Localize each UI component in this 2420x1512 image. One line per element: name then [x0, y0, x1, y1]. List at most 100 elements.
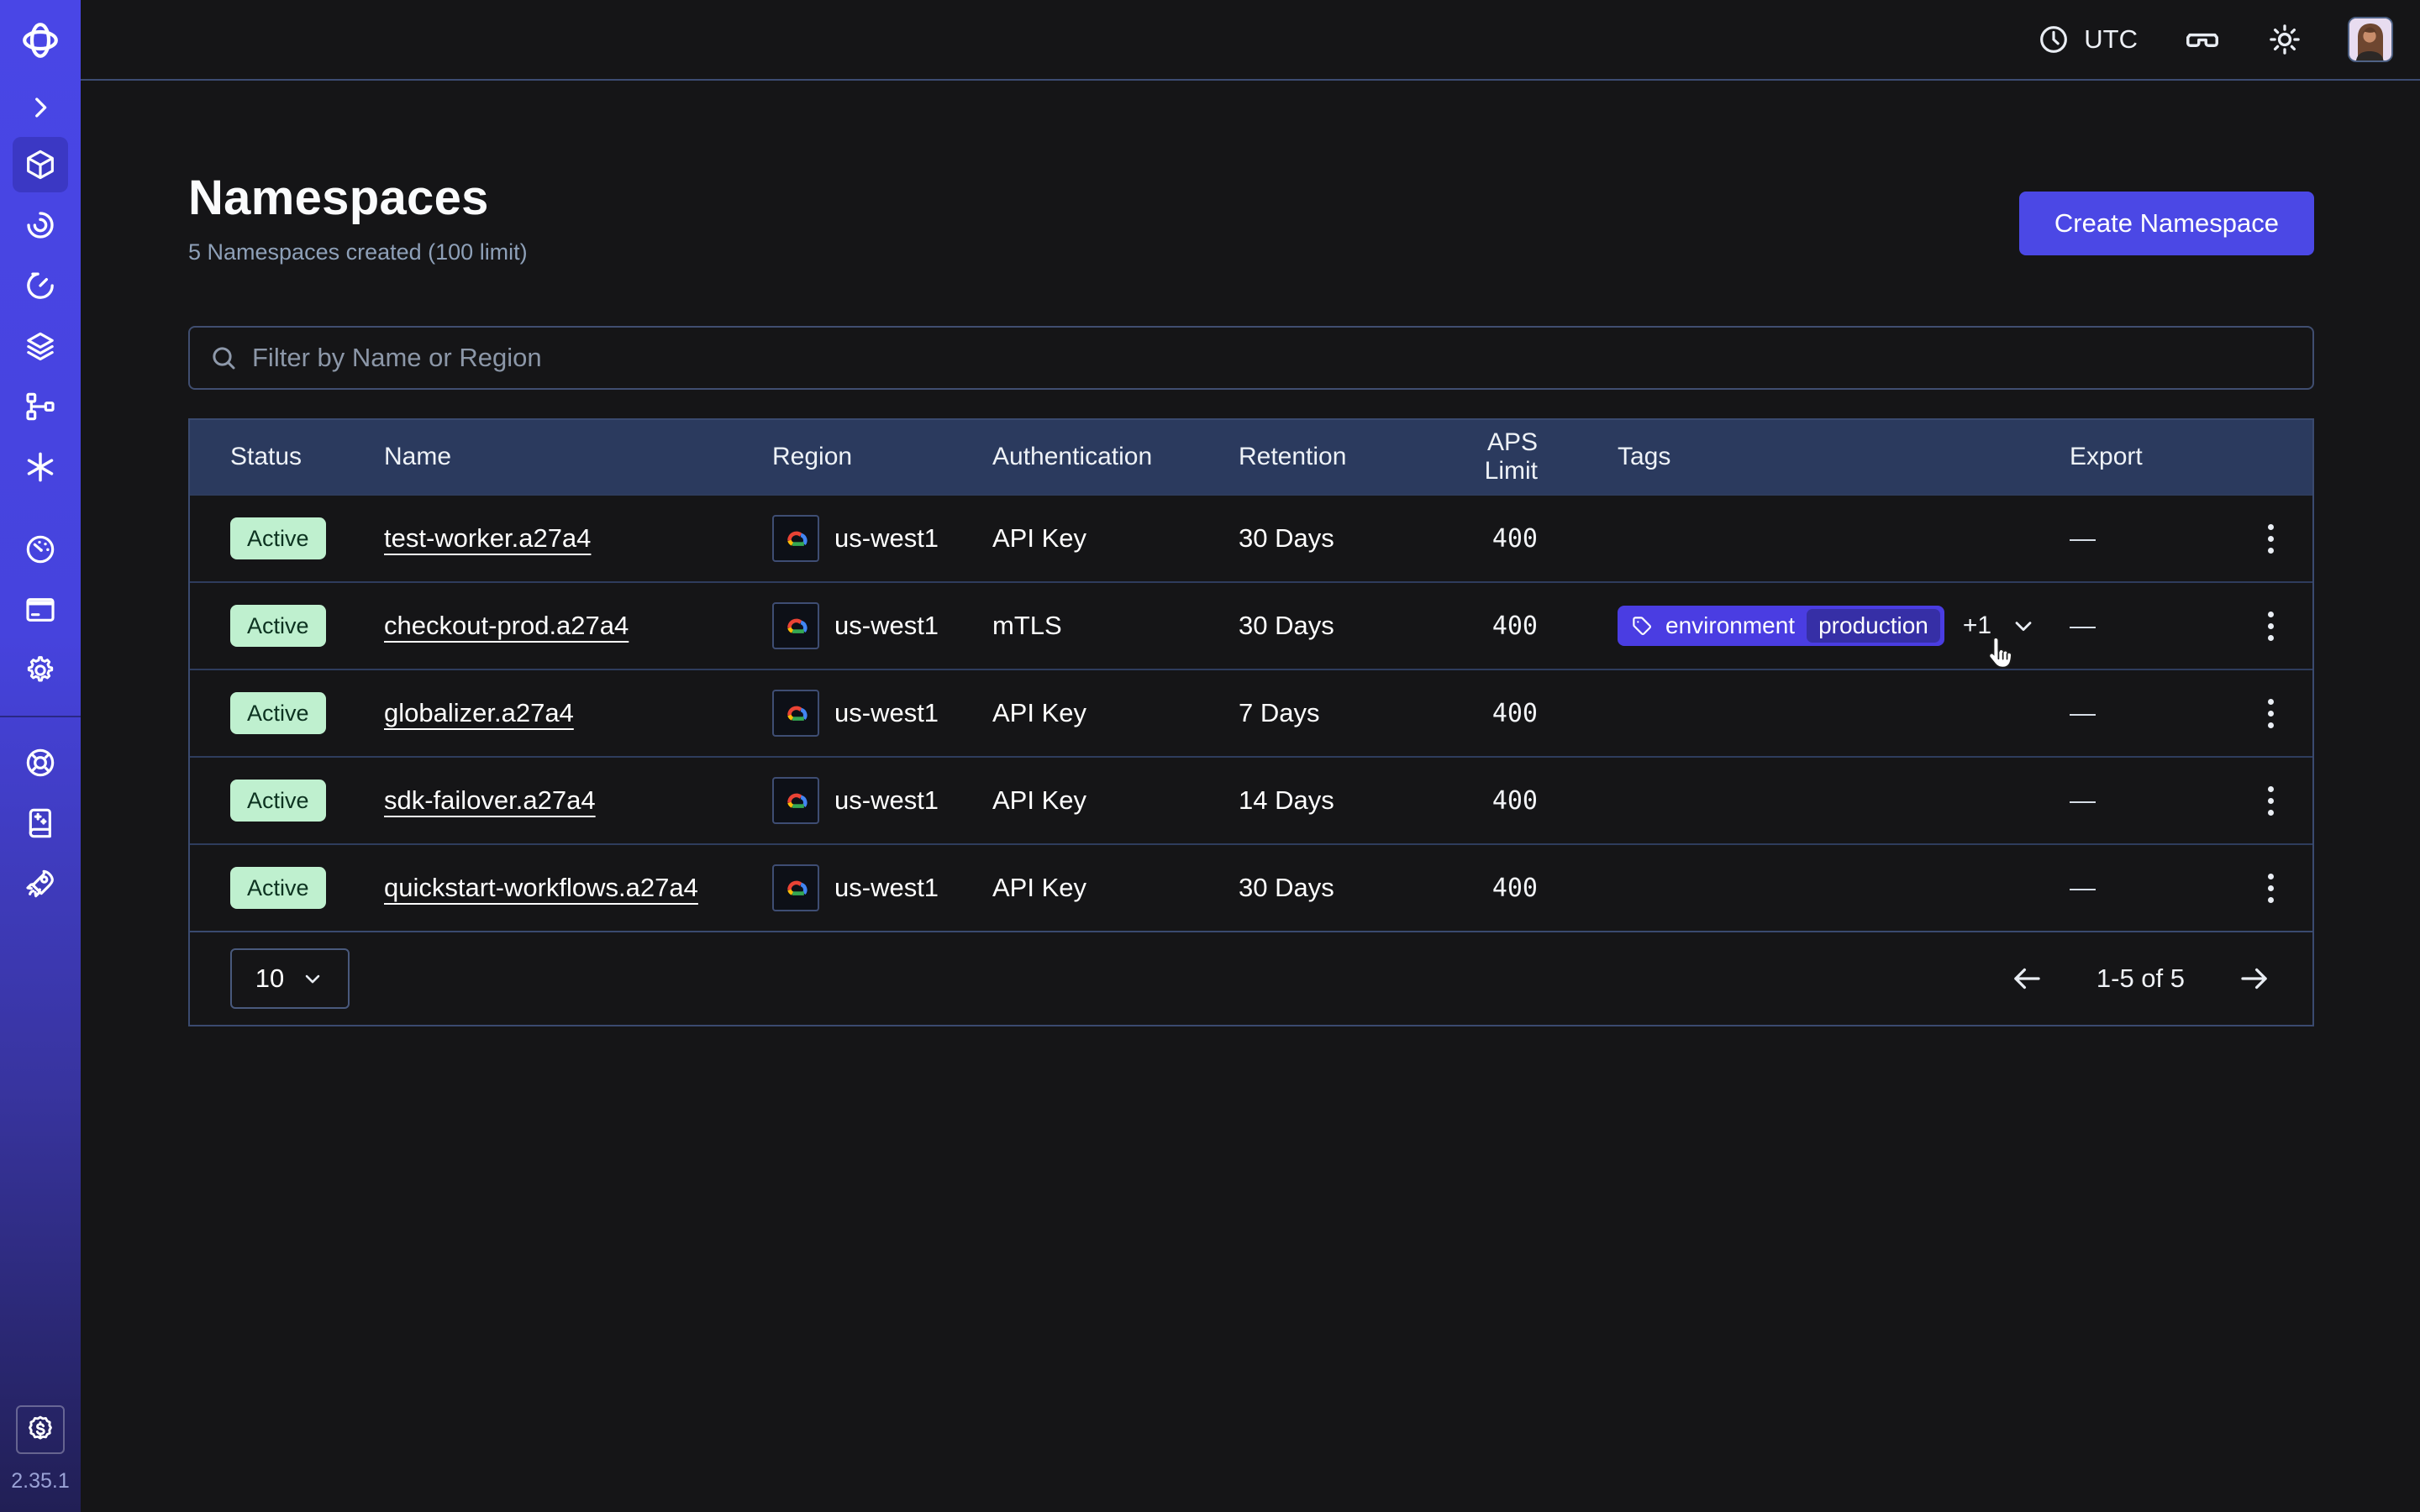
create-namespace-button[interactable]: Create Namespace: [2019, 192, 2314, 255]
page-size-value: 10: [255, 963, 284, 994]
gcp-region-icon: [772, 602, 819, 649]
sidebar-divider: [0, 716, 81, 717]
table-row: Active globalizer.a27a4 us-west1 API Key…: [190, 669, 2312, 756]
billing-card-icon: [24, 593, 57, 627]
sidebar-item-workflows[interactable]: [12, 195, 69, 255]
table-row: Active checkout-prod.a27a4 us-west1 mTLS…: [190, 581, 2312, 669]
temporal-logo-icon: [0, 0, 81, 81]
sidebar-item-support[interactable]: [12, 732, 69, 793]
page-size-select[interactable]: 10: [230, 948, 350, 1009]
tag-key: environment: [1665, 612, 1795, 639]
arrow-right-icon: [2237, 961, 2272, 996]
col-export: Export: [2070, 443, 2228, 471]
col-status: Status: [230, 443, 384, 471]
auth-label: API Key: [992, 873, 1239, 903]
lifebuoy-icon: [24, 746, 57, 780]
region-label: us-west1: [834, 873, 939, 903]
sidebar-item-schedules[interactable]: [12, 255, 69, 316]
table-footer: 10 1-5 of 5: [190, 931, 2312, 1025]
aps-value: 400: [1428, 699, 1538, 728]
region-label: us-west1: [834, 611, 939, 641]
tag-value: production: [1807, 609, 1940, 643]
labs-toggle-button[interactable]: [2183, 20, 2222, 59]
chevron-down-icon: [2010, 612, 2037, 639]
auth-label: API Key: [992, 698, 1239, 728]
namespace-link[interactable]: globalizer.a27a4: [384, 698, 574, 727]
auth-label: mTLS: [992, 611, 1239, 641]
row-menu-button[interactable]: [2254, 519, 2287, 559]
row-menu-button[interactable]: [2254, 869, 2287, 908]
cube-icon: [24, 148, 57, 181]
namespaces-table: Status Name Region Authentication Retent…: [188, 418, 2314, 1026]
theme-toggle-button[interactable]: [2267, 22, 2302, 57]
status-badge: Active: [230, 517, 326, 559]
retention-label: 30 Days: [1239, 873, 1428, 903]
sidebar-item-settings[interactable]: [12, 640, 69, 701]
glasses-icon: [2183, 20, 2222, 59]
filter-input[interactable]: [252, 343, 2294, 373]
region-label: us-west1: [834, 785, 939, 816]
retention-label: 7 Days: [1239, 698, 1428, 728]
namespace-link[interactable]: checkout-prod.a27a4: [384, 611, 629, 640]
next-page-button[interactable]: [2233, 958, 2275, 1000]
branch-icon: [24, 390, 57, 423]
namespace-link[interactable]: sdk-failover.a27a4: [384, 785, 596, 815]
status-badge: Active: [230, 780, 326, 822]
credits-button[interactable]: [16, 1405, 65, 1454]
export-value: —: [2070, 611, 2228, 641]
col-aps-limit: APS Limit: [1428, 428, 1538, 486]
topbar: UTC: [81, 0, 2420, 81]
aps-value: 400: [1428, 524, 1538, 554]
filter-bar: [188, 326, 2314, 390]
table-row: Active sdk-failover.a27a4 us-west1 API K…: [190, 756, 2312, 843]
book-sparkle-icon: [24, 806, 57, 840]
namespace-link[interactable]: quickstart-workflows.a27a4: [384, 873, 698, 902]
user-avatar[interactable]: [2348, 17, 2393, 62]
sun-icon: [2267, 22, 2302, 57]
gear-icon: [24, 654, 57, 687]
tags-expand-button[interactable]: [2010, 612, 2037, 639]
aps-value: 400: [1428, 786, 1538, 816]
timezone-label: UTC: [2084, 24, 2138, 55]
export-value: —: [2070, 698, 2228, 728]
row-menu-button[interactable]: [2254, 606, 2287, 646]
row-menu-button[interactable]: [2254, 694, 2287, 733]
main-content: Namespaces 5 Namespaces created (100 lim…: [81, 82, 2420, 1026]
sidebar-item-nexus[interactable]: [12, 437, 69, 497]
gcp-region-icon: [772, 515, 819, 562]
sidebar-item-docs[interactable]: [12, 793, 69, 853]
page-title: Namespaces: [188, 170, 528, 226]
sidebar-item-deployments[interactable]: [12, 316, 69, 376]
retention-label: 30 Days: [1239, 523, 1428, 554]
rocket-icon: [24, 867, 57, 900]
sidebar-item-usage[interactable]: [12, 519, 69, 580]
sidebar-item-batch-operations[interactable]: [12, 376, 69, 437]
layers-icon: [24, 329, 57, 363]
gcp-region-icon: [772, 690, 819, 737]
gcp-region-icon: [772, 864, 819, 911]
sidebar-item-get-started[interactable]: [12, 853, 69, 914]
clock-icon: [2037, 23, 2070, 56]
prev-page-button[interactable]: [2006, 958, 2048, 1000]
status-badge: Active: [230, 605, 326, 647]
tag-icon: [1631, 615, 1654, 638]
auth-label: API Key: [992, 785, 1239, 816]
sidebar-item-billing[interactable]: [12, 580, 69, 640]
sidebar-expand-button[interactable]: [0, 81, 81, 134]
retention-label: 30 Days: [1239, 611, 1428, 641]
namespace-link[interactable]: test-worker.a27a4: [384, 523, 591, 553]
timer-icon: [24, 269, 57, 302]
timezone-selector[interactable]: UTC: [2037, 23, 2138, 56]
gcp-region-icon: [772, 777, 819, 824]
table-row: Active test-worker.a27a4 us-west1 API Ke…: [190, 494, 2312, 581]
gauge-icon: [24, 533, 57, 566]
region-label: us-west1: [834, 523, 939, 554]
col-name: Name: [384, 443, 772, 471]
tag-pill[interactable]: environment production: [1618, 606, 1944, 646]
chevron-right-icon: [26, 93, 55, 122]
row-menu-button[interactable]: [2254, 781, 2287, 821]
auth-label: API Key: [992, 523, 1239, 554]
region-label: us-west1: [834, 698, 939, 728]
arrow-left-icon: [2009, 961, 2044, 996]
sidebar-item-namespaces[interactable]: [13, 137, 68, 192]
